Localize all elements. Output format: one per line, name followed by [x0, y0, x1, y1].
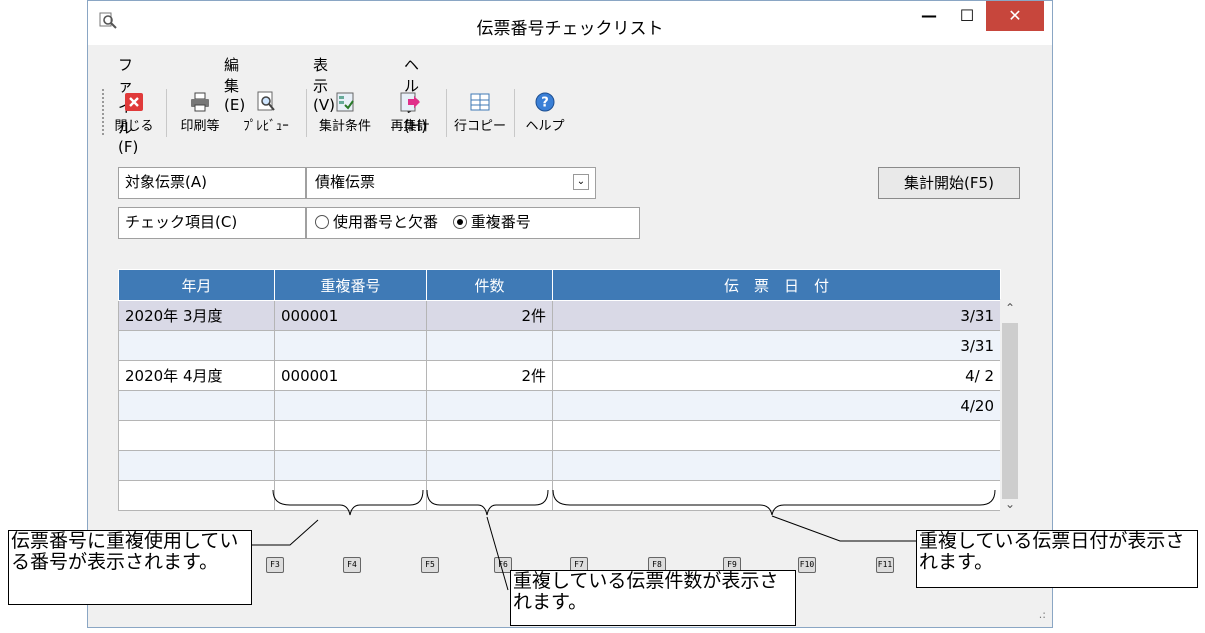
leader-left: [252, 519, 319, 546]
callout-duplicate-number: 伝票番号に重複使用している番号が表示されます。: [8, 530, 252, 605]
callout-date: 重複している伝票日付が表示されます。: [916, 530, 1198, 588]
callout-count: 重複している伝票件数が表示されます。: [510, 570, 796, 626]
bracket-duplicate-number: [272, 489, 424, 516]
bracket-date: [552, 489, 996, 516]
leader-middle: [486, 516, 509, 591]
leader-right: [771, 515, 916, 542]
bracket-count: [426, 489, 549, 516]
